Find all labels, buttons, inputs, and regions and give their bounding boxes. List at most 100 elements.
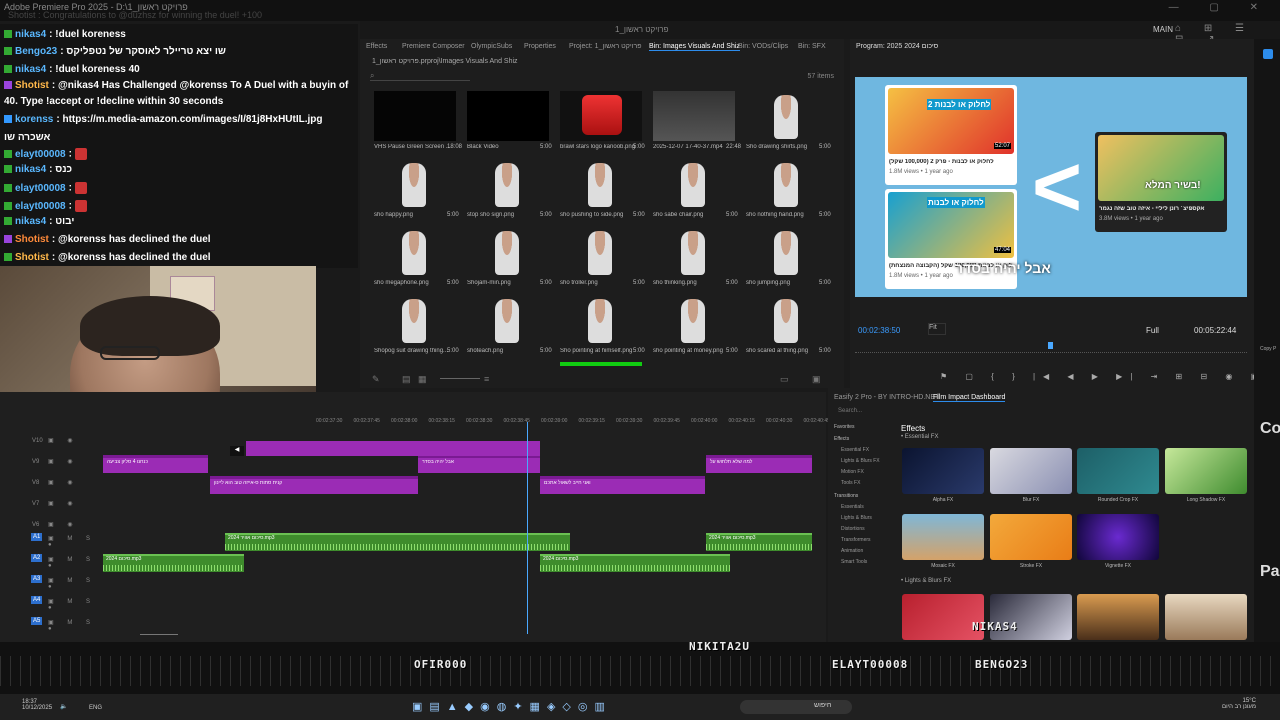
project-tab[interactable]: Bin: Images Visuals And Shiz — [649, 43, 740, 51]
zoom-select[interactable]: Fit — [928, 323, 946, 335]
track-header[interactable]: A3 ▣ M S ● — [0, 572, 100, 591]
track-header[interactable]: V7 ▣ ◉ — [0, 495, 100, 514]
track-header[interactable]: V10 ▣ ◉ — [0, 432, 100, 451]
timeline-ruler[interactable]: 00:02:37:30 00:02:37:45 00:02:38:00 00:02:3… — [316, 418, 830, 428]
track-toggle-icons[interactable]: ▣ ◉ — [48, 500, 79, 507]
project-tab[interactable]: Properties — [524, 43, 556, 50]
effects-category[interactable]: Tools FX — [841, 480, 860, 486]
media-thumbnail[interactable] — [467, 295, 549, 345]
effects-category[interactable]: Motion FX — [841, 469, 864, 475]
sort-icon[interactable]: ≡ — [484, 374, 489, 384]
selection-tool-icon[interactable] — [1263, 49, 1273, 59]
video-clip-v10[interactable] — [246, 441, 540, 456]
media-thumbnail[interactable] — [746, 159, 828, 209]
track-toggle-icons[interactable]: ▣ ◉ — [48, 521, 79, 528]
video-clip[interactable]: כנחנו 4 סליון צביעה — [103, 455, 208, 473]
effects-category[interactable]: Animation — [841, 548, 863, 554]
media-thumbnail[interactable] — [560, 227, 642, 277]
timeline-playhead[interactable] — [527, 422, 528, 634]
window-controls[interactable]: — ▢ ✕ — [1169, 2, 1272, 13]
zoom-slider[interactable] — [440, 378, 480, 379]
effects-category[interactable]: Essentials — [841, 504, 864, 510]
media-thumbnail[interactable] — [653, 159, 735, 209]
media-thumbnail[interactable] — [746, 91, 828, 141]
marker-icon[interactable]: ◀ — [230, 446, 244, 456]
project-search-input[interactable]: ⌕ — [370, 71, 470, 81]
transport-controls[interactable]: ⚑ ▢ { } |◀ ◀ ▶ ▶| ⇥ ⊞ ⊟ ◉ ▣ ⊕ — [940, 372, 1280, 381]
effects-category[interactable]: Favorites — [834, 424, 855, 430]
audio-clip[interactable]: 2024 סיכום.mp3 — [103, 554, 244, 572]
video-clip[interactable]: ואני חייב לשאול אתכם — [540, 476, 705, 494]
audio-clip[interactable]: 2024 סיכום אוויר.mp3 — [225, 533, 570, 551]
project-tab[interactable]: Effects — [366, 43, 387, 50]
media-thumbnail[interactable] — [560, 159, 642, 209]
audio-clip[interactable]: 2024 סיכום.mp3 — [540, 554, 730, 572]
pinned-apps[interactable]: ▣▤▲◆◉◍✦▦◈◇◎▥ — [412, 700, 612, 713]
effects-category[interactable]: Transitions — [834, 493, 858, 499]
track-toggle-icons[interactable]: ▣ M S ● — [48, 556, 100, 569]
effect-preset[interactable] — [990, 448, 1072, 494]
effect-preset[interactable] — [1077, 514, 1159, 560]
effect-preset[interactable] — [902, 448, 984, 494]
current-timecode[interactable]: 00:02:38:50 — [858, 326, 900, 335]
effects-search-input[interactable]: Search... — [838, 408, 862, 414]
effect-preset[interactable] — [1077, 594, 1159, 640]
media-thumbnail[interactable] — [653, 227, 735, 277]
weather-widget[interactable]: 15°C מעונן רב היום — [1222, 698, 1256, 710]
video-clip[interactable]: אבל יהיה בסדר — [418, 455, 540, 473]
track-toggle-icons[interactable]: ▣ ◉ — [48, 437, 79, 444]
project-tab[interactable]: Bin: SFX — [798, 43, 826, 50]
track-header[interactable]: A2 ▣ M S ● — [0, 551, 100, 570]
effect-preset[interactable] — [902, 514, 984, 560]
track-toggle-icons[interactable]: ▣ M S ● — [48, 535, 100, 548]
effects-category[interactable]: Effects — [834, 436, 849, 442]
effect-preset[interactable] — [990, 514, 1072, 560]
workspace-label[interactable]: MAIN — [1153, 25, 1173, 34]
language-indicator[interactable]: ENG — [89, 705, 102, 711]
pencil-icon[interactable]: ✎ — [372, 374, 380, 385]
track-header[interactable]: A5 ▣ M S ● — [0, 614, 100, 633]
effect-preset[interactable] — [990, 594, 1072, 640]
effect-preset[interactable] — [1165, 594, 1247, 640]
track-header[interactable]: A4 ▣ M S ● — [0, 593, 100, 612]
media-thumbnail[interactable] — [374, 91, 456, 141]
audio-clip[interactable]: 2024 סיכום אוויר.mp3 — [706, 533, 812, 551]
list-view-icon[interactable]: ▤ — [402, 374, 411, 385]
media-thumbnail[interactable] — [653, 295, 735, 345]
volume-icon[interactable]: 🔈 — [60, 703, 67, 710]
track-toggle-icons[interactable]: ▣ ◉ — [48, 458, 79, 465]
effects-tab[interactable]: Film Impact Dashboard — [933, 394, 1006, 402]
track-toggle-icons[interactable]: ▣ M S ● — [48, 619, 100, 632]
effects-category[interactable]: Smart Tools — [841, 559, 867, 565]
taskbar-search[interactable]: חיפוש — [740, 700, 852, 714]
media-thumbnail[interactable] — [467, 159, 549, 209]
effect-preset[interactable] — [902, 594, 984, 640]
effects-tab[interactable]: Easify 2 Pro - BY INTRO-HD.NET — [834, 394, 939, 401]
media-thumbnail[interactable] — [374, 227, 456, 277]
track-header[interactable]: A1 ▣ M S ● — [0, 530, 100, 549]
media-thumbnail[interactable] — [560, 91, 642, 141]
media-thumbnail[interactable] — [374, 295, 456, 345]
effect-preset[interactable] — [1165, 448, 1247, 494]
effects-category[interactable]: Lights & Blurs FX — [841, 458, 880, 464]
project-tab[interactable]: OlympicSubs — [471, 43, 512, 50]
trash-icon[interactable]: ▣ — [812, 374, 821, 385]
project-tab[interactable]: Bin: VODs/Clips — [738, 43, 788, 50]
track-toggle-icons[interactable]: ▣ ◉ — [48, 479, 79, 486]
quality-select[interactable]: Full — [1146, 326, 1159, 335]
video-clip[interactable]: למה שלא תלחוש על — [706, 455, 812, 473]
track-toggle-icons[interactable]: ▣ M S ● — [48, 598, 100, 611]
program-playhead[interactable] — [1048, 342, 1053, 349]
project-tab[interactable]: Premiere Composer — [402, 43, 465, 50]
effects-category[interactable]: Lights & Blurs — [841, 515, 872, 521]
effects-category[interactable]: Essential FX — [841, 447, 869, 453]
media-thumbnail[interactable] — [560, 295, 642, 345]
program-scrubber[interactable] — [855, 342, 1247, 353]
media-thumbnail[interactable] — [746, 227, 828, 277]
track-toggle-icons[interactable]: ▣ M S ● — [48, 577, 100, 590]
track-header[interactable]: V8 ▣ ◉ — [0, 474, 100, 493]
new-bin-icon[interactable]: ▭ — [780, 374, 789, 385]
effects-category[interactable]: Distortions — [841, 526, 865, 532]
track-header[interactable]: V9 ▣ ◉ — [0, 453, 100, 472]
effects-category[interactable]: Transformers — [841, 537, 871, 543]
